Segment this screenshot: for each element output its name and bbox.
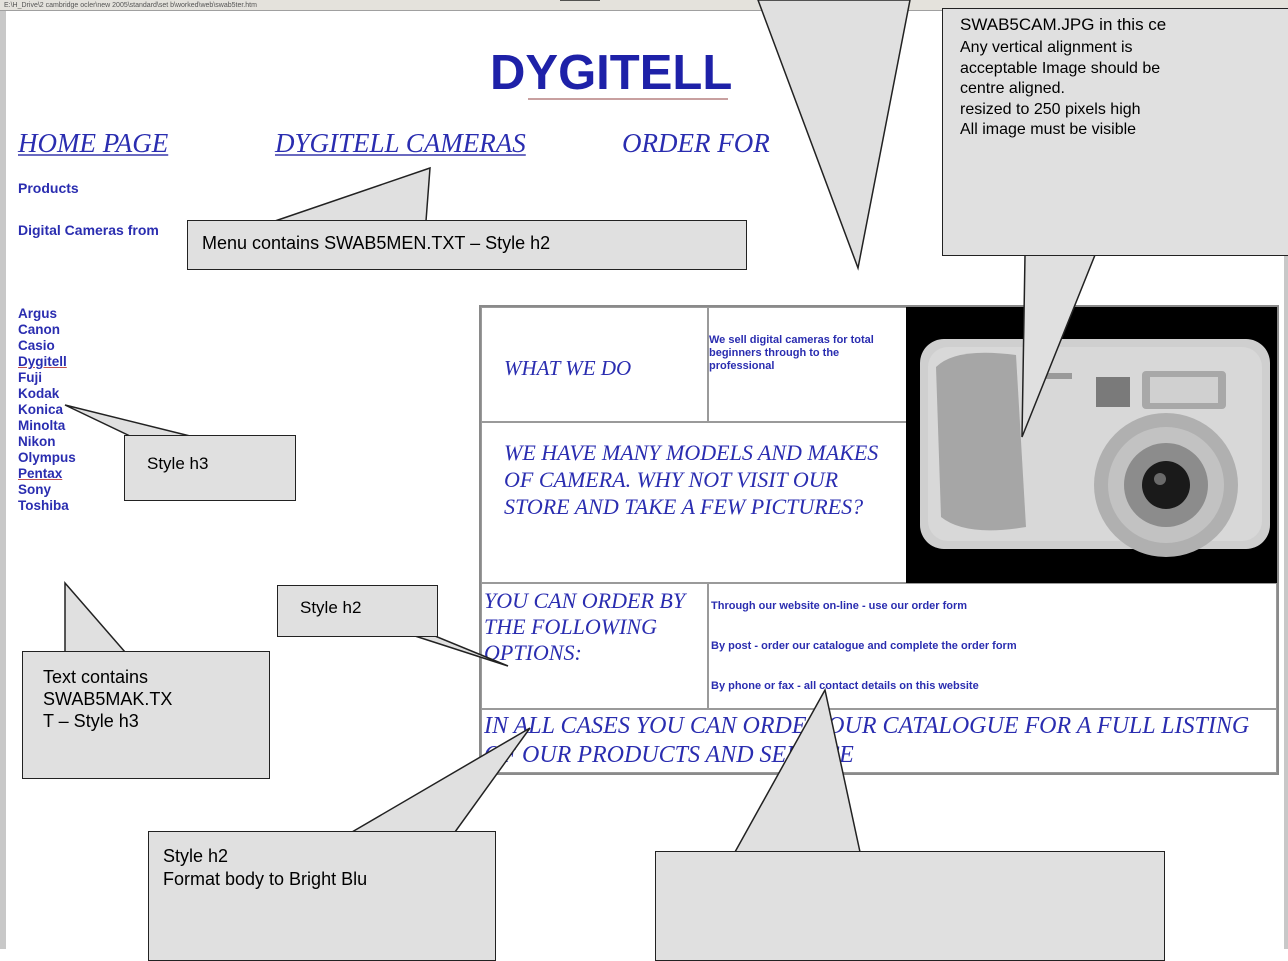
image-callout-line: Any vertical alignment is bbox=[960, 39, 1133, 56]
table-callout bbox=[655, 851, 1165, 961]
style-h2-bottom-title: Style h2 bbox=[163, 846, 229, 866]
image-instructions-callout: SWAB5CAM.JPG in this ce Any vertical ali… bbox=[942, 8, 1288, 256]
image-callout-line: centre aligned. bbox=[960, 80, 1065, 97]
text-contains-callout: Text contains SWAB5MAK.TX T – Style h3 bbox=[22, 651, 270, 779]
image-callout-title: SWAB5CAM.JPG in this ce bbox=[960, 15, 1167, 34]
image-callout-lines: Any vertical alignment is acceptable Imag… bbox=[960, 38, 1288, 141]
image-callout-line: acceptable Image should be bbox=[960, 59, 1161, 77]
style-h2-callout: Style h2 bbox=[277, 585, 438, 637]
style-h3-callout: Style h3 bbox=[124, 435, 296, 501]
text-contains-lines: Text contains SWAB5MAK.TX T – Style h3 bbox=[43, 666, 269, 732]
text-contains-line: Text contains bbox=[43, 667, 149, 687]
text-contains-line: SWAB5MAK.TX bbox=[43, 689, 173, 709]
style-h2-bottom-sub: Format body to Bright Blu bbox=[163, 869, 368, 889]
image-callout-line: resized to 250 pixels high bbox=[960, 100, 1141, 118]
style-h2-bottom-callout: Style h2 Format body to Bright Blu bbox=[148, 831, 496, 961]
image-callout-line: All image must be visible bbox=[960, 121, 1137, 138]
menu-note-callout: Menu contains SWAB5MEN.TXT – Style h2 bbox=[187, 220, 747, 270]
text-contains-line: T – Style h3 bbox=[43, 711, 139, 731]
